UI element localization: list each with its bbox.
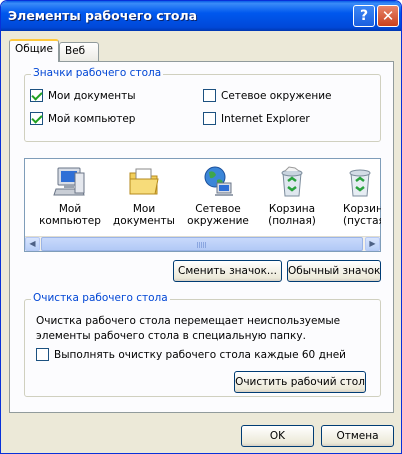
tab-web[interactable]: Веб [59,42,99,61]
checkbox-my-computer[interactable]: Мой компьютер [30,112,135,125]
checkbox-my-documents[interactable]: Мои документы [30,89,136,102]
icon-label-line: (полная) [268,215,316,227]
list-item-my-documents[interactable]: Мои документы [111,165,177,227]
checkbox-label: Мои документы [48,89,136,102]
list-item-recycle-bin-full[interactable]: Корзина (полная) [259,165,325,227]
checkbox-box[interactable] [30,89,43,102]
checkbox-network-places[interactable]: Сетевое окружение [203,89,332,102]
checkbox-label: Выполнять очистку рабочего стола каждые … [54,348,346,361]
desktop-items-dialog: Элементы рабочего стола ? ✕ Общие Веб Зн… [0,0,402,454]
desktop-icons-group: Значки рабочего стола Мои документы Сете… [24,67,381,142]
help-icon: ? [359,8,369,24]
icon-label-line: Сетевое [195,203,241,215]
ok-button[interactable]: OK [241,425,314,447]
checkbox-label: Мой компьютер [48,112,136,125]
network-places-icon [204,166,233,196]
checkbox-cleanup-every-60-days[interactable]: Выполнять очистку рабочего стола каждые … [36,348,346,361]
chevron-right-icon: ▶ [369,239,376,248]
icon-label-line: (пустая) [343,215,381,227]
checkbox-box[interactable] [203,89,216,102]
checkbox-label: Internet Explorer [221,112,310,125]
icon-label-line: Мои [132,203,156,215]
desktop-cleanup-group-title: Очистка рабочего стола [31,292,170,304]
scroll-right-button[interactable]: ▶ [365,237,380,251]
icon-label-line: компьютер [39,215,101,227]
icon-label-line: Корзина [268,203,316,215]
help-button[interactable]: ? [353,5,375,27]
checkbox-box[interactable] [36,348,49,361]
list-item-recycle-bin-empty[interactable]: Корзина (пустая) [331,165,381,227]
icon-label-line: окружение [187,215,249,227]
window-title: Элементы рабочего стола [8,8,198,23]
close-button[interactable]: ✕ [377,5,399,27]
default-icon-button[interactable]: Обычный значок [287,260,381,282]
checkbox-box[interactable] [203,112,216,125]
cancel-button[interactable]: Отмена [321,425,394,447]
close-icon: ✕ [381,7,395,25]
checkbox-internet-explorer[interactable]: Internet Explorer [203,112,310,125]
scroll-left-button[interactable]: ◀ [25,237,40,251]
change-icon-button[interactable]: Сменить значок... [173,260,282,282]
recycle-bin-empty-icon [349,169,371,197]
desktop-icon-list[interactable]: Мой компьютер Мои документы Сетевое окру… [24,158,381,252]
chevron-left-icon: ◀ [29,239,36,248]
recycle-bin-full-icon [281,166,303,197]
my-computer-icon [53,167,85,196]
icon-label-line: Корзина [343,203,381,215]
scroll-thumb[interactable] [41,237,363,251]
checkbox-box[interactable] [30,112,43,125]
title-bar[interactable]: Элементы рабочего стола ? ✕ [1,1,401,31]
my-documents-icon [129,168,159,195]
list-item-network-places[interactable]: Сетевое окружение [185,165,251,227]
grip-icon [197,242,207,248]
tab-panel-general: Значки рабочего стола Мои документы Сете… [9,61,394,413]
checkbox-label: Сетевое окружение [221,89,332,102]
list-item-my-computer[interactable]: Мой компьютер [37,165,103,227]
tab-general[interactable]: Общие [9,39,59,62]
clean-desktop-now-button[interactable]: Очистить рабочий стол [234,371,366,393]
horizontal-scrollbar[interactable]: ◀ ▶ [25,236,380,251]
icon-label-line: Мой [58,203,82,215]
icon-label-line: документы [113,215,175,227]
desktop-icons-group-title: Значки рабочего стола [31,67,164,79]
cleanup-description: Очистка рабочего стола перемещает неиспо… [36,315,341,342]
